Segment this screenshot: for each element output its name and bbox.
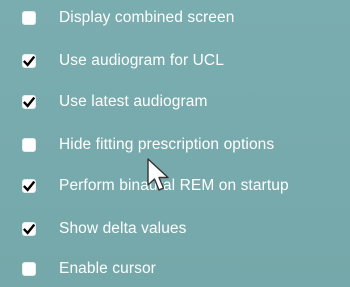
option-label: Hide fitting prescription options xyxy=(59,136,275,153)
option-display-combined-screen[interactable]: Display combined screen xyxy=(22,5,234,31)
checkbox[interactable] xyxy=(22,179,36,193)
mouse-pointer-icon xyxy=(146,158,176,194)
option-label: Use audiogram for UCL xyxy=(59,52,224,69)
option-enable-cursor[interactable]: Enable cursor xyxy=(22,256,156,282)
checkbox[interactable] xyxy=(22,54,36,68)
checkmark-icon xyxy=(23,180,35,192)
option-label: Display combined screen xyxy=(59,9,235,26)
options-panel: Display combined screen Use audiogram fo… xyxy=(0,0,350,287)
checkbox[interactable] xyxy=(22,262,36,276)
checkbox[interactable] xyxy=(22,11,36,25)
checkbox[interactable] xyxy=(22,95,36,109)
checkmark-icon xyxy=(23,96,35,108)
option-label: Enable cursor xyxy=(59,260,156,277)
option-show-delta-values[interactable]: Show delta values xyxy=(22,216,187,242)
option-hide-fitting-prescription-options[interactable]: Hide fitting prescription options xyxy=(22,132,274,158)
checkmark-icon xyxy=(23,223,35,235)
option-label: Use latest audiogram xyxy=(59,93,208,110)
option-label: Show delta values xyxy=(59,220,187,237)
option-use-latest-audiogram[interactable]: Use latest audiogram xyxy=(22,89,207,115)
checkbox[interactable] xyxy=(22,138,36,152)
checkmark-icon xyxy=(23,55,35,67)
checkbox[interactable] xyxy=(22,222,36,236)
option-use-audiogram-for-ucl[interactable]: Use audiogram for UCL xyxy=(22,48,224,74)
